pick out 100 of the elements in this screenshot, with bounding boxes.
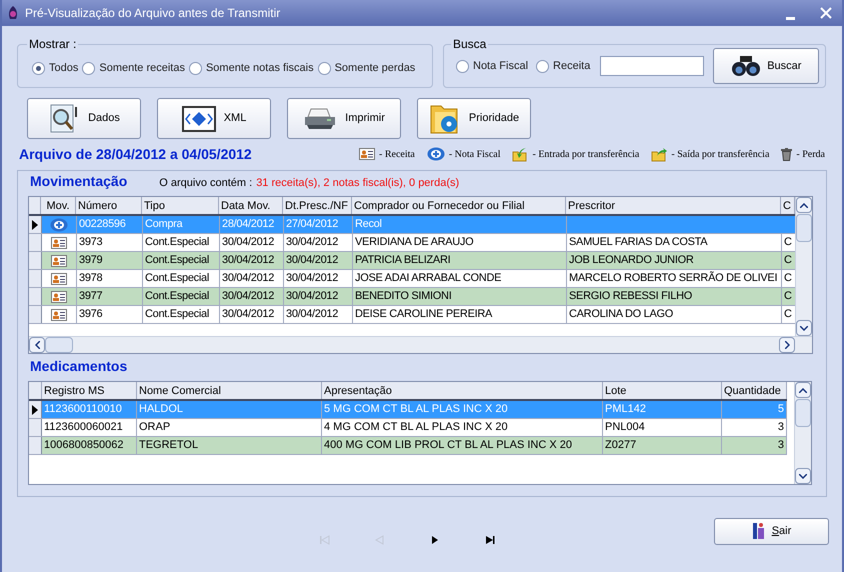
table-cell: Cont.Especial xyxy=(143,234,220,251)
scroll-thumb[interactable] xyxy=(796,214,812,242)
scroll-thumb[interactable] xyxy=(45,337,73,353)
scroll-thumb[interactable] xyxy=(795,399,811,427)
search-button[interactable]: Buscar xyxy=(713,48,820,84)
toolbar-button[interactable]: Dados xyxy=(27,98,141,139)
radio-button[interactable] xyxy=(456,60,469,72)
column-header[interactable]: Dt.Presc./NF xyxy=(283,197,352,214)
vertical-scrollbar[interactable] xyxy=(794,382,811,484)
table-cell: Cont.Especial xyxy=(143,252,220,269)
toolbar-button[interactable]: XML xyxy=(157,98,271,139)
table-cell: 27/04/2012 xyxy=(284,216,353,233)
table-cell: Recol xyxy=(353,216,567,233)
table-cell: 30/04/2012 xyxy=(220,288,284,305)
row-indicator[interactable] xyxy=(29,216,42,233)
binoculars-icon xyxy=(731,55,762,77)
search-field[interactable] xyxy=(600,56,704,76)
table-row[interactable]: 3979 Cont.Especial 30/04/2012 30/04/2012 PATRICIA BELIZARI JOB LEONARDO JUNIOR C xyxy=(29,252,795,270)
table-cell: ORAP xyxy=(137,419,322,436)
table-cell: PML142 xyxy=(603,401,722,418)
table-cell: 5 xyxy=(722,401,787,418)
table-cell: DEISE CAROLINE PEREIRA xyxy=(353,306,567,323)
radio-button[interactable] xyxy=(318,62,331,74)
column-header[interactable]: Número xyxy=(76,197,142,214)
column-header[interactable]: Registro MS xyxy=(42,382,137,399)
group-title: Busca xyxy=(452,36,488,53)
radio-label: Nota Fiscal xyxy=(473,58,528,74)
column-header[interactable]: Mov. xyxy=(41,197,76,214)
legend-label: - Entrada por transferência xyxy=(532,148,640,162)
legend-label: - Saída por transferência xyxy=(671,148,770,162)
section-title: Movimentação xyxy=(30,172,128,191)
summary-label: O arquivo contém : xyxy=(159,176,252,190)
scroll-right-icon[interactable] xyxy=(784,341,790,349)
table-cell: 30/04/2012 xyxy=(220,234,284,251)
table-cell: CAROLINA DO LAGO xyxy=(567,306,782,323)
table-cell: 30/04/2012 xyxy=(284,306,353,323)
table-cell: 3973 xyxy=(77,234,143,251)
table-cell: 1123600110010 xyxy=(42,401,137,418)
table-row[interactable]: 3976 Cont.Especial 30/04/2012 30/04/2012 DEISE CAROLINE PEREIRA CAROLINA DO LAGO C xyxy=(29,306,795,324)
window-title: Pré-Visualização do Arquivo antes de Transmitir xyxy=(25,5,282,22)
table-cell: Cont.Especial xyxy=(143,288,220,305)
table-cell: MARCELO ROBERTO SERRÃO DE OLIVEI xyxy=(567,270,782,287)
table-row[interactable]: 3973 Cont.Especial 30/04/2012 30/04/2012 VERIDIANA DE ARAUJO SAMUEL FARIAS DA COSTA C xyxy=(29,234,795,252)
skip-icon[interactable] xyxy=(484,535,496,545)
radio-label: Somente receitas xyxy=(99,60,185,76)
table-row[interactable]: 1006800850062 TEGRETOL 400 MG COM LIB PROL CT BL AL PLAS INC X 20 Z0277 3 xyxy=(29,437,787,455)
scroll-left-icon[interactable] xyxy=(34,341,40,349)
row-indicator[interactable] xyxy=(29,401,42,418)
table-row[interactable]: 3977 Cont.Especial 30/04/2012 30/04/2012 BENEDITO SIMIONI SERGIO REBESSI FILHO C xyxy=(29,288,795,306)
scroll-down-icon[interactable] xyxy=(800,326,808,330)
table-row[interactable]: 1123600060021 ORAP 4 MG COM CT BL AL PLAS INC X 20 PNL004 3 xyxy=(29,419,787,437)
table-cell: 3979 xyxy=(77,252,143,269)
column-header[interactable]: Tipo xyxy=(142,197,219,214)
group-title: Mostrar : xyxy=(28,36,78,53)
radio-button[interactable] xyxy=(536,60,550,72)
column-header[interactable]: Nome Comercial xyxy=(137,382,322,399)
radio-label: Somente notas fiscais xyxy=(206,60,314,76)
toolbar-button[interactable]: Prioridade xyxy=(417,98,531,139)
folder-arrow-in-icon xyxy=(512,146,528,162)
row-pointer-icon xyxy=(32,220,38,230)
door-exit-icon xyxy=(752,522,766,540)
radio-button[interactable] xyxy=(32,62,45,74)
column-header[interactable]: Comprador ou Fornecedor ou Filial xyxy=(352,197,566,214)
table-cell: Cont.Especial xyxy=(143,306,220,323)
exit-button[interactable]: Sair xyxy=(714,518,829,544)
column-header[interactable]: Lote xyxy=(603,382,722,399)
id-card-icon xyxy=(51,308,67,320)
radio-button[interactable] xyxy=(82,62,96,74)
scroll-up-icon[interactable] xyxy=(799,388,807,392)
close-icon[interactable] xyxy=(820,7,832,19)
horizontal-scrollbar[interactable] xyxy=(29,336,812,353)
table-cell: HALDOL xyxy=(137,401,322,418)
row-pointer-icon xyxy=(32,404,38,414)
plus-circle-icon xyxy=(50,218,68,232)
vertical-scrollbar[interactable] xyxy=(795,197,812,336)
table-cell: 4 MG COM CT BL AL PLAS INC X 20 xyxy=(322,419,603,436)
table-cell: BENEDITO SIMIONI xyxy=(353,288,567,305)
radio-label: Todos xyxy=(49,60,78,76)
table-cell: 400 MG COM LIB PROL CT BL AL PLAS INC X 20 xyxy=(322,437,603,454)
radio-label: Receita xyxy=(553,58,590,74)
column-header[interactable]: Data Mov. xyxy=(219,197,283,214)
toolbar-button[interactable]: Imprimir xyxy=(287,98,401,139)
period-heading: Arquivo de 28/04/2012 a 04/05/2012 xyxy=(19,144,252,164)
table-cell: 00228596 xyxy=(77,216,143,233)
table-cell: 30/04/2012 xyxy=(220,270,284,287)
column-header[interactable]: Quantidade xyxy=(722,382,787,399)
scroll-down-icon[interactable] xyxy=(799,474,807,478)
table-cell: 30/04/2012 xyxy=(220,252,284,269)
table-cell: 30/04/2012 xyxy=(220,306,284,323)
column-header[interactable]: Prescritor xyxy=(566,197,781,214)
column-header[interactable]: Apresentação xyxy=(322,382,603,399)
id-card-icon xyxy=(359,148,376,160)
radio-button[interactable] xyxy=(188,62,202,74)
table-cell: 1006800850062 xyxy=(42,437,137,454)
table-row[interactable]: 3978 Cont.Especial 30/04/2012 30/04/2012 JOSE ADAI ARRABAL CONDE MARCELO ROBERTO SERRÃO DE OLIVEI C xyxy=(29,270,795,288)
table-cell: 3976 xyxy=(77,306,143,323)
legend-label: - Receita xyxy=(379,148,415,162)
scroll-up-icon[interactable] xyxy=(800,202,808,208)
app-icon xyxy=(6,5,20,21)
table-cell: 30/04/2012 xyxy=(284,252,353,269)
